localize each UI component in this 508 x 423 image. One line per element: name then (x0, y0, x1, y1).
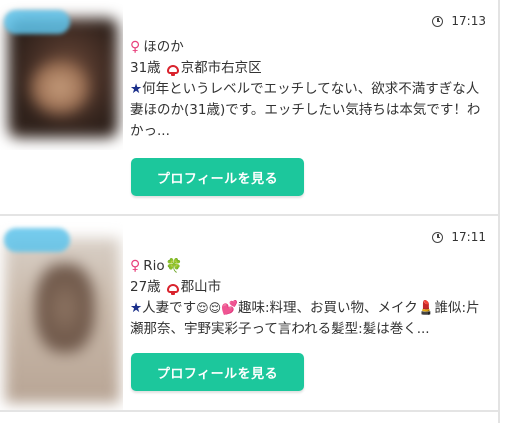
description-text: 人妻です (142, 300, 197, 316)
post-info: ♀ Rio 🍀 27歳 郡山市 ★人妻です😌😌💕趣味:料理、お買い物、メイク💄誰… (130, 256, 490, 340)
view-profile-button[interactable]: プロフィールを見る (131, 158, 304, 196)
post-description: ★人妻です😌😌💕趣味:料理、お買い物、メイク💄誰似:片瀬那奈、宇野実彩子って言わ… (130, 298, 490, 340)
user-name: Rio (143, 258, 165, 274)
post-time: 17:11 (432, 230, 486, 244)
pin-icon (166, 284, 179, 295)
status-badge (4, 10, 70, 34)
user-location: 京都市右京区 (180, 60, 262, 76)
profile-thumbnail[interactable] (0, 218, 123, 410)
description-text: 趣味:料理、お買い物、メイク (237, 300, 418, 316)
profile-thumbnail[interactable] (0, 0, 123, 150)
star-icon: ★ (130, 81, 143, 97)
post-time: 17:13 (432, 14, 486, 28)
post-time-text: 17:11 (451, 230, 486, 244)
age-location-row: 31歳 京都市右京区 (130, 58, 490, 79)
clock-icon (432, 15, 444, 27)
name-row: ♀ Rio 🍀 (130, 256, 490, 277)
user-name: ほのか (143, 39, 184, 55)
post-info: ♀ ほのか 31歳 京都市右京区 ★何年というレベルでエッチしてない、欲求不満す… (130, 37, 490, 142)
list-right-border (498, 0, 500, 423)
post-list: 17:13 ♀ ほのか 31歳 京都市右京区 ★何年というレベルでエッチしてない… (0, 0, 508, 423)
user-location: 郡山市 (180, 279, 222, 295)
post-time-text: 17:13 (451, 14, 486, 28)
heart-icon: 💕 (221, 300, 238, 316)
pin-icon (166, 65, 179, 76)
smile-emoji-icon: 😌😌 (196, 301, 222, 315)
clock-icon (432, 231, 444, 243)
age-location-row: 27歳 郡山市 (130, 277, 490, 298)
name-row: ♀ ほのか (130, 37, 490, 58)
description-text: 何年というレベルでエッチしてない、欲求不満すぎな人妻ほのか(31歳)です。エッチ… (130, 81, 481, 139)
female-icon: ♀ (130, 39, 141, 55)
view-profile-button[interactable]: プロフィールを見る (131, 353, 304, 391)
star-icon: ★ (130, 300, 143, 316)
user-age: 31歳 (130, 60, 161, 76)
lipstick-icon: 💄 (417, 300, 435, 316)
clover-icon: 🍀 (165, 258, 183, 274)
female-icon: ♀ (130, 258, 141, 274)
list-item: 17:11 ♀ Rio 🍀 27歳 郡山市 ★人妻です😌😌💕趣味:料理、お買い物… (0, 216, 498, 412)
status-badge (4, 228, 70, 252)
user-age: 27歳 (130, 279, 161, 295)
post-description: ★何年というレベルでエッチしてない、欲求不満すぎな人妻ほのか(31歳)です。エッ… (130, 79, 490, 142)
list-item: 17:13 ♀ ほのか 31歳 京都市右京区 ★何年というレベルでエッチしてない… (0, 0, 498, 216)
